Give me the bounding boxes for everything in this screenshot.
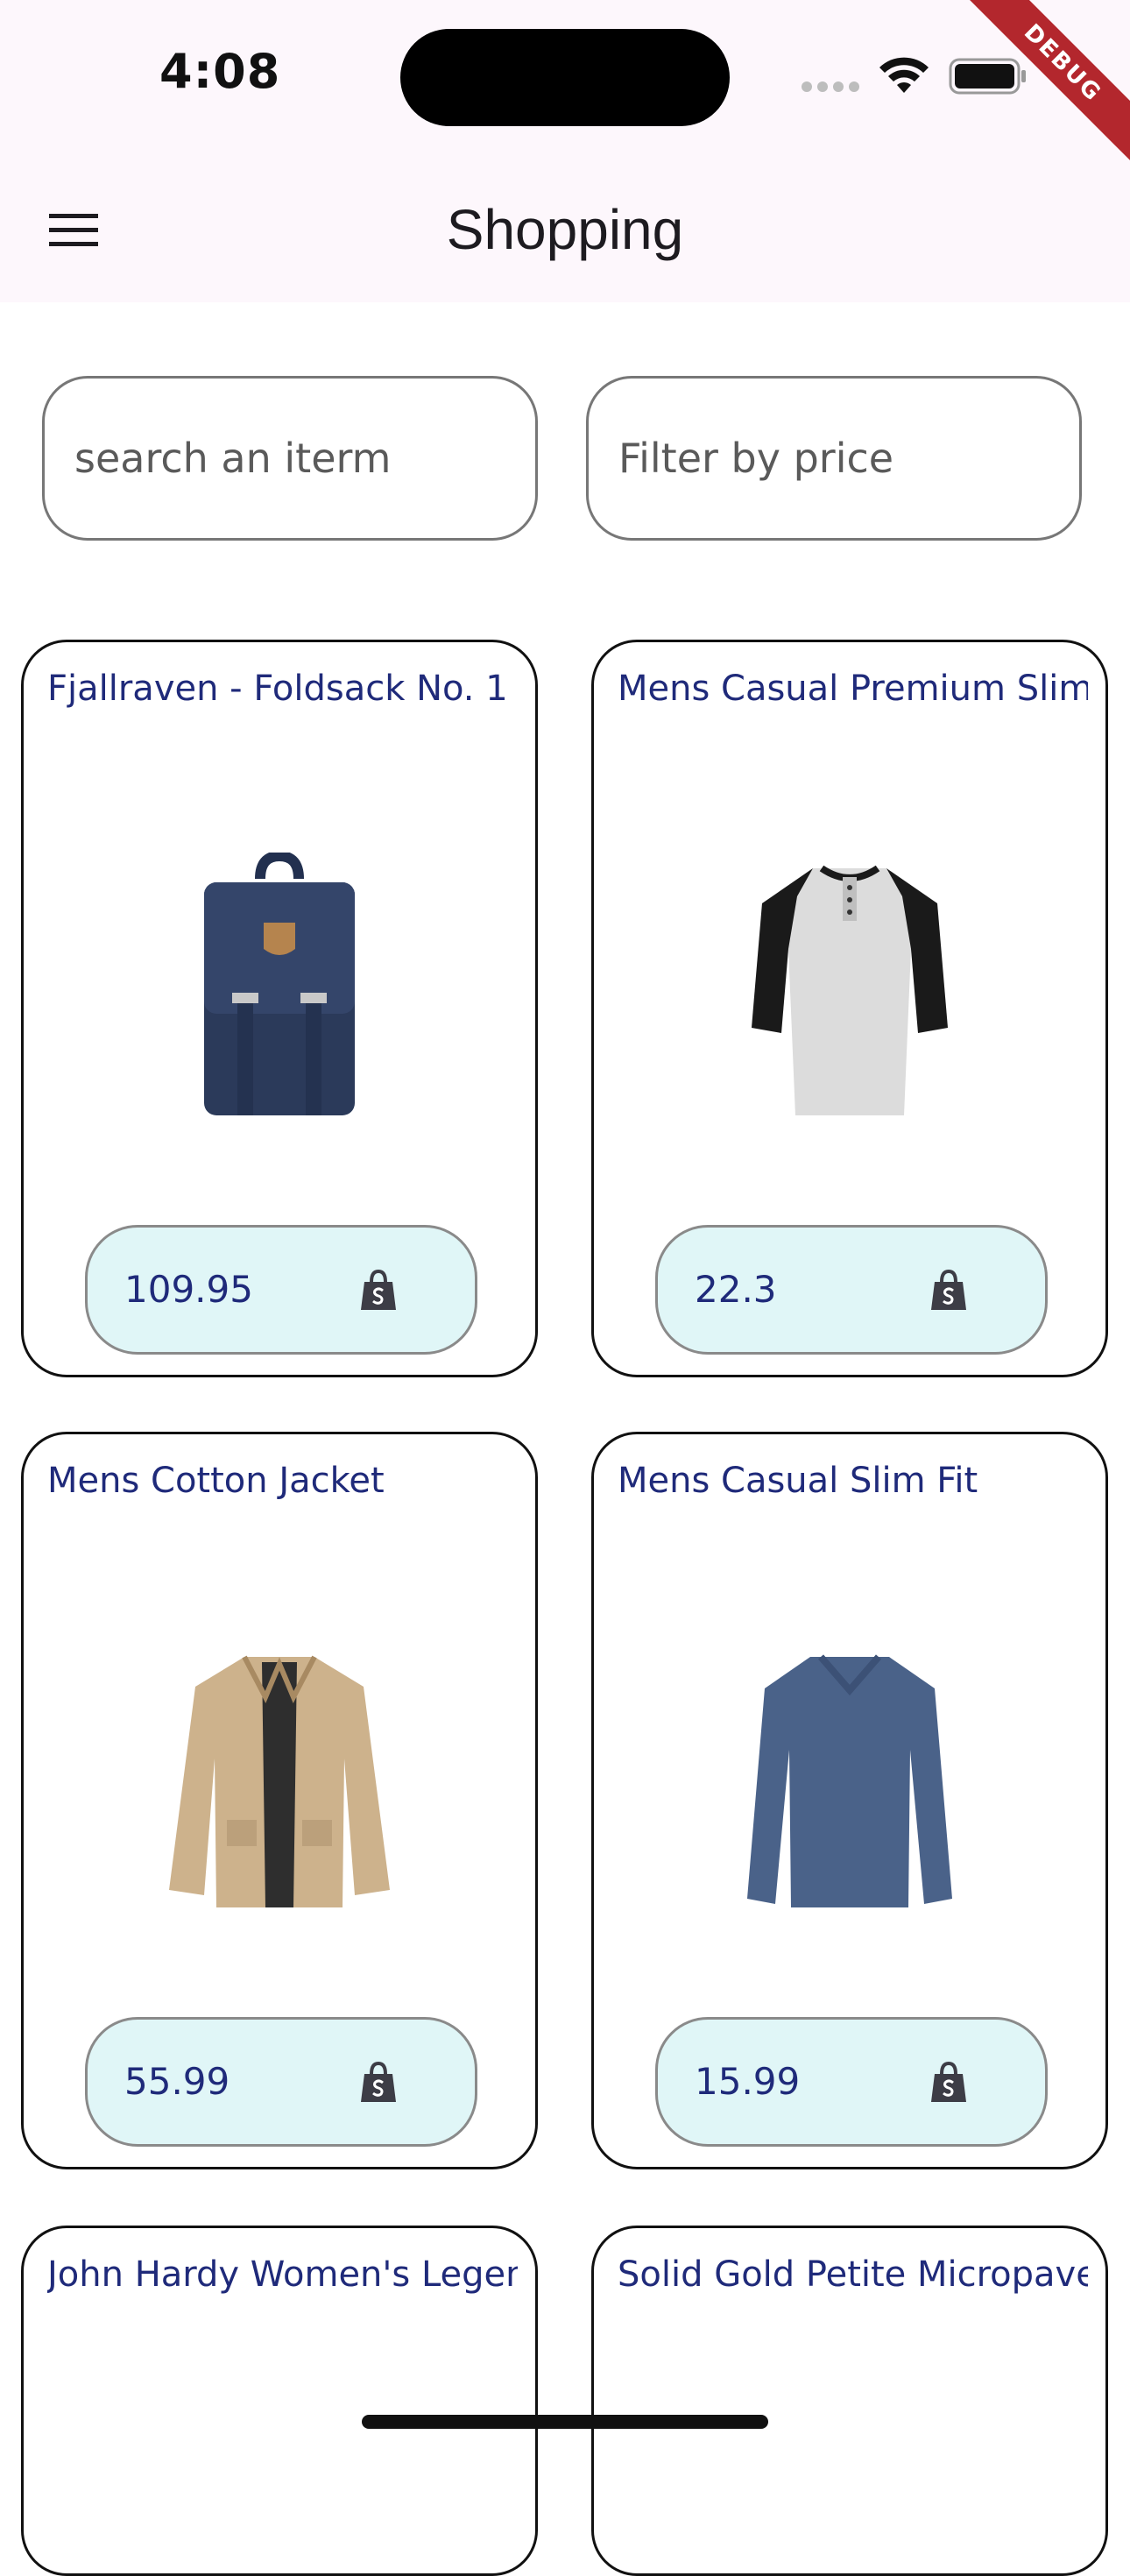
shopify-bag-icon	[361, 1270, 396, 1310]
product-image-raglan-tshirt	[594, 844, 1105, 1133]
wifi-icon	[879, 57, 929, 93]
shopify-bag-icon	[931, 1270, 966, 1310]
price-filter-input[interactable]	[586, 376, 1082, 541]
product-card[interactable]: Mens Casual Premium Slim Fit T-Shirts 22…	[591, 640, 1108, 1377]
product-price: 109.95	[124, 1268, 253, 1311]
product-image-backpack	[24, 844, 535, 1133]
product-price: 15.99	[695, 2060, 801, 2103]
product-title: John Hardy Women's Legends Naga Gold & S…	[47, 2254, 518, 2295]
product-title: Solid Gold Petite Micropave	[618, 2254, 1088, 2295]
dynamic-island	[400, 29, 730, 126]
product-image-longsleeve-shirt	[594, 1636, 1105, 1925]
add-to-cart-button[interactable]: 22.3	[655, 1225, 1048, 1355]
battery-icon	[949, 58, 1026, 95]
add-to-cart-button[interactable]: 55.99	[85, 2017, 477, 2147]
shopify-bag-icon	[931, 2062, 966, 2102]
product-price: 55.99	[124, 2060, 230, 2103]
product-title: Fjallraven - Foldsack No. 1 Backpack, Fi…	[47, 669, 518, 709]
status-time: 4:08	[159, 44, 281, 99]
product-card[interactable]: Mens Casual Slim Fit 15.99	[591, 1432, 1108, 2169]
product-card[interactable]: John Hardy Women's Legends Naga Gold & S…	[21, 2226, 538, 2576]
product-card[interactable]: Mens Cotton Jacket 55.99	[21, 1432, 538, 2169]
add-to-cart-button[interactable]: 15.99	[655, 2017, 1048, 2147]
shopify-bag-icon	[361, 2062, 396, 2102]
product-title: Mens Casual Premium Slim Fit T-Shirts	[618, 669, 1088, 709]
add-to-cart-button[interactable]: 109.95	[85, 1225, 477, 1355]
page-title: Shopping	[446, 198, 684, 261]
product-title: Mens Casual Slim Fit	[618, 1461, 978, 1501]
search-input[interactable]	[42, 376, 538, 541]
product-image-jacket	[24, 1636, 535, 1925]
home-indicator[interactable]	[362, 2415, 768, 2429]
cellular-signal-icon	[802, 81, 859, 92]
product-price: 22.3	[695, 1268, 777, 1311]
product-card[interactable]: Solid Gold Petite Micropave	[591, 2226, 1108, 2576]
product-card[interactable]: Fjallraven - Foldsack No. 1 Backpack, Fi…	[21, 640, 538, 1377]
product-title: Mens Cotton Jacket	[47, 1461, 385, 1501]
